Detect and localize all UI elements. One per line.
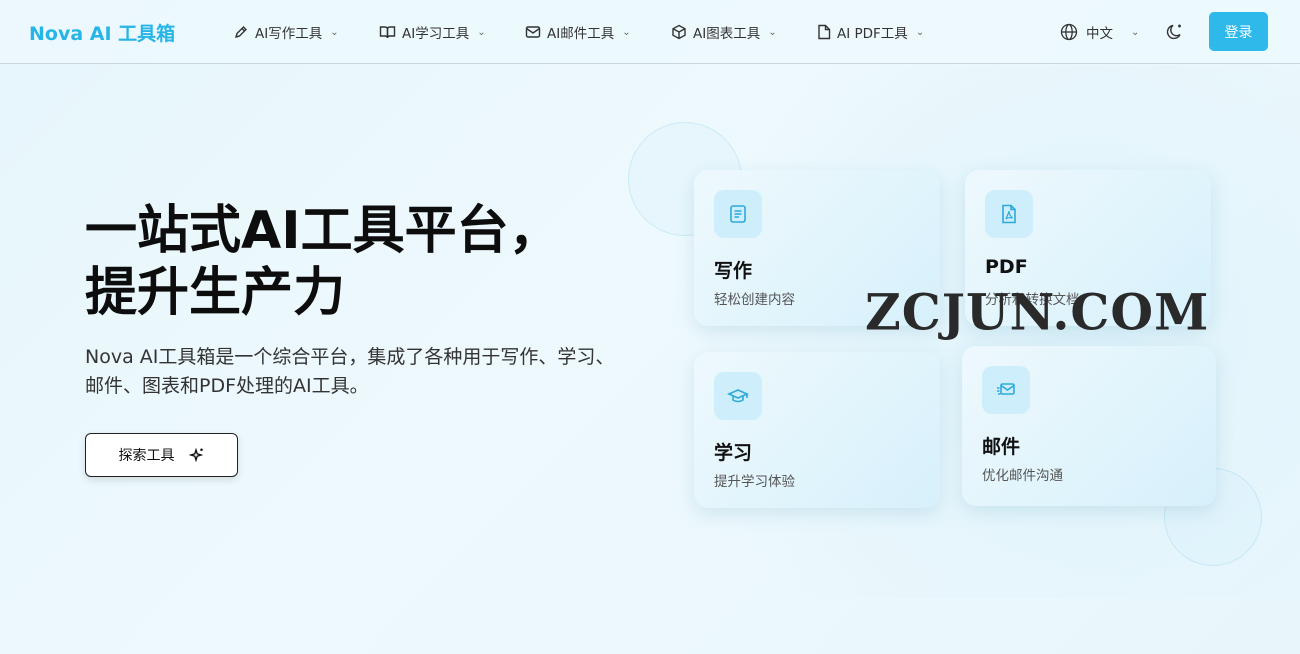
hero-title: 一站式AI工具平台， 提升生产力 <box>85 200 561 324</box>
watermark-text: ZCJUN.COM <box>865 282 1210 342</box>
card-subtitle: 优化邮件沟通 <box>982 468 1063 484</box>
file-icon <box>818 24 831 40</box>
card-mail[interactable]: 邮件 优化邮件沟通 <box>962 346 1216 506</box>
card-subtitle: 轻松创建内容 <box>714 292 795 308</box>
nav-label: AI邮件工具 <box>547 26 615 42</box>
card-title: PDF <box>985 256 1028 278</box>
nav-label: AI图表工具 <box>693 26 761 42</box>
language-selector[interactable]: 中文 ⌄ <box>1060 22 1139 42</box>
mail-icon <box>525 26 541 38</box>
site-logo[interactable]: Nova AI 工具箱 <box>29 19 175 46</box>
pen-icon <box>234 26 247 39</box>
hero-description: Nova AI工具箱是一个综合平台，集成了各种用于写作、学习、邮件、图表和PDF… <box>85 346 615 397</box>
theme-toggle[interactable] <box>1165 22 1185 46</box>
nav-ai-learning[interactable]: AI学习工具 ⌄ <box>379 22 486 42</box>
explore-label: 探索工具 <box>118 447 175 463</box>
moon-icon <box>1166 24 1181 40</box>
nav-ai-writing[interactable]: AI写作工具 ⌄ <box>233 22 339 42</box>
nav-ai-pdf[interactable]: AI PDF工具 ⌄ <box>817 22 924 42</box>
login-button[interactable]: 登录 <box>1209 12 1268 51</box>
language-label: 中文 <box>1086 26 1113 42</box>
nav-ai-mail[interactable]: AI邮件工具 ⌄ <box>525 22 631 42</box>
card-title: 邮件 <box>982 436 1021 458</box>
top-navbar: Nova AI 工具箱 AI写作工具 ⌄ AI学习工具 ⌄ AI邮件工具 ⌄ A… <box>0 0 1300 64</box>
card-title: 写作 <box>714 260 753 282</box>
chevron-down-icon: ⌄ <box>622 26 631 38</box>
book-icon <box>379 26 396 39</box>
explore-tools-button[interactable]: 探索工具 <box>85 433 238 477</box>
hero-title-line-2: 提升生产力 <box>85 263 346 323</box>
document-icon <box>714 190 762 238</box>
chevron-down-icon: ⌄ <box>477 26 486 38</box>
chevron-down-icon: ⌄ <box>330 26 339 38</box>
card-subtitle: 提升学习体验 <box>714 474 795 490</box>
chevron-down-icon: ⌄ <box>768 26 777 38</box>
hero-title-line-1: 一站式AI工具平台， <box>85 201 561 261</box>
nav-label: AI PDF工具 <box>837 26 908 42</box>
card-learning[interactable]: 学习 提升学习体验 <box>694 352 940 508</box>
sparkle-icon <box>188 447 203 463</box>
cube-icon <box>672 24 686 40</box>
graduation-cap-icon <box>714 372 762 420</box>
nav-ai-chart[interactable]: AI图表工具 ⌄ <box>671 22 777 42</box>
globe-icon <box>1060 23 1078 41</box>
chevron-down-icon: ⌄ <box>915 26 925 38</box>
card-title: 学习 <box>714 442 753 464</box>
chevron-down-icon: ⌄ <box>1131 26 1140 38</box>
nav-label: AI写作工具 <box>255 26 323 42</box>
pdf-icon <box>985 190 1033 238</box>
nav-label: AI学习工具 <box>402 26 470 42</box>
mail-send-icon <box>982 366 1030 414</box>
